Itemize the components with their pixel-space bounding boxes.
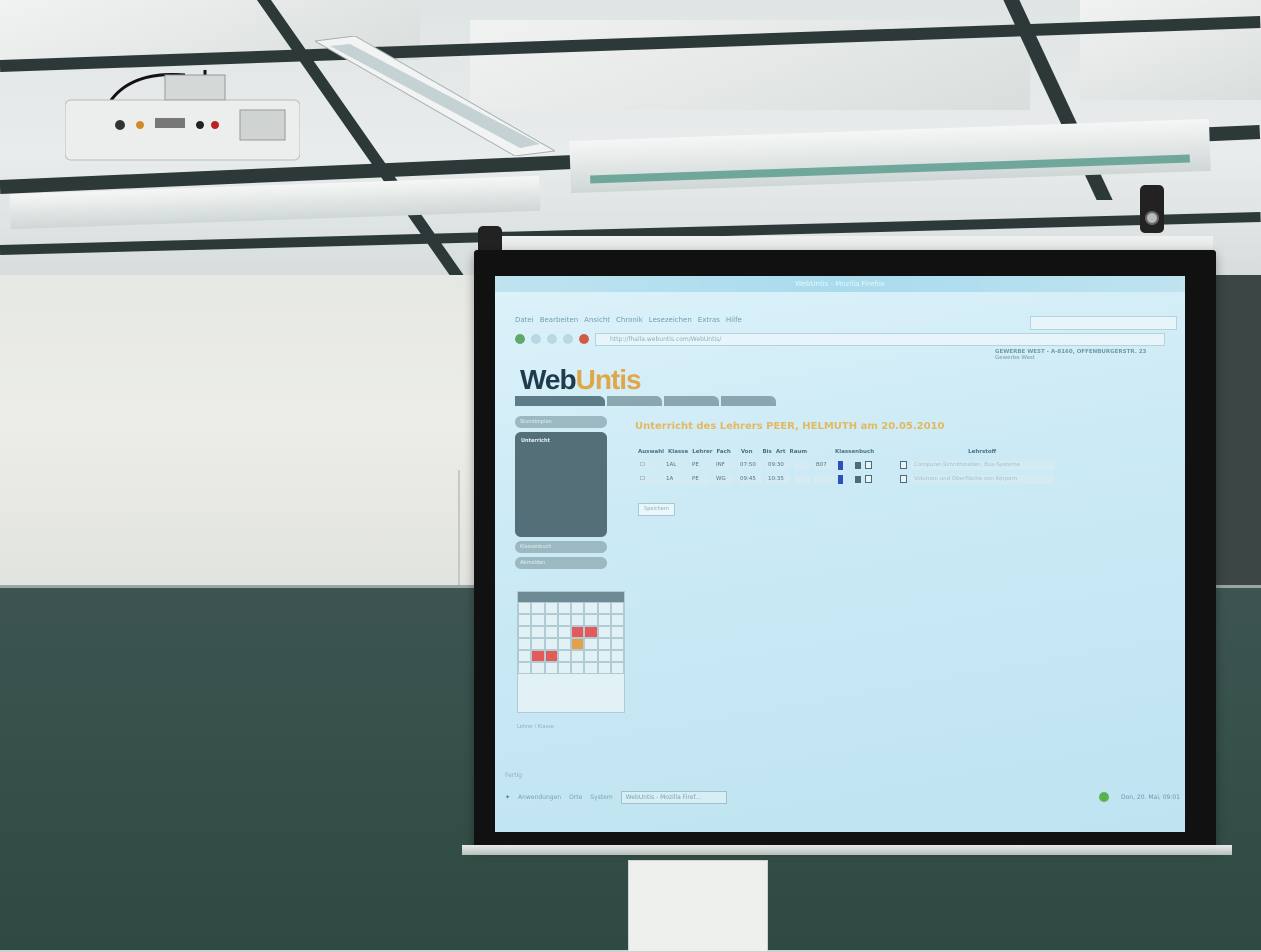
col-auswahl: Auswahl [638, 449, 665, 455]
cell-art [794, 474, 810, 484]
desktop-taskbar: ✦ Anwendungen Orte System WebUntis - Moz… [505, 790, 1180, 804]
panel-title: Unterricht [521, 438, 550, 444]
table-header: Auswahl Klasse Lehrer Fach Von Bis Art R… [638, 449, 1098, 455]
cell-raum [814, 474, 834, 484]
col-bis: Bis [762, 449, 772, 455]
cell-lehrer: PE [690, 460, 710, 470]
taskbar-anwendungen[interactable]: Anwendungen [518, 794, 561, 801]
menu-hilfe[interactable]: Hilfe [726, 316, 742, 328]
edit-icon[interactable] [900, 475, 907, 483]
browser-navbar: http://fhalla.webuntis.com/WebUntis/ [515, 332, 1165, 346]
cell-raum: B07 [814, 460, 834, 470]
taskbar-orte[interactable]: Orte [569, 794, 582, 801]
cell-klasse: 1AL [664, 460, 686, 470]
info-icon[interactable] [838, 460, 843, 470]
webuntis-logo: WebUntis [520, 364, 642, 396]
page-title: Unterricht des Lehrers PEER, HELMUTH am … [635, 421, 945, 432]
row-checkbox[interactable]: ☐ [638, 460, 660, 470]
row-checkbox[interactable]: ☐ [638, 474, 660, 484]
screen-bottom-bar [462, 845, 1232, 855]
menu-ansicht[interactable]: Ansicht [584, 316, 610, 328]
col-klassenbuch: Klassenbuch [835, 449, 875, 455]
sidebar-panel: Unterricht [515, 432, 607, 537]
cell-lehrer: PE [690, 474, 710, 484]
col-lehrstoff: Lehrstoff [968, 449, 997, 455]
reload-icon[interactable] [547, 334, 557, 344]
cell-bis: 09:30 [766, 460, 790, 470]
edit-icon[interactable] [900, 461, 907, 469]
school-subtitle: Gewerbe West [995, 355, 1035, 361]
document-icon[interactable] [865, 461, 872, 469]
logo-web: Web [520, 364, 577, 395]
cell-von: 07:50 [738, 460, 762, 470]
footer-link[interactable]: Lehrer / Klasse [517, 724, 554, 730]
classbook-icon[interactable] [855, 475, 861, 483]
projector [65, 70, 300, 161]
taskbar-system[interactable]: System [590, 794, 612, 801]
cell-von: 09:45 [738, 474, 762, 484]
back-icon[interactable] [515, 334, 525, 344]
lesson-table: Auswahl Klasse Lehrer Fach Von Bis Art R… [638, 449, 1098, 487]
home-icon[interactable] [579, 334, 589, 344]
main-tabs [515, 396, 776, 406]
screen-stand [628, 860, 768, 952]
browser-menubar: Datei Bearbeiten Ansicht Chronik Lesezei… [515, 316, 742, 328]
stop-icon[interactable] [563, 334, 573, 344]
save-button[interactable]: Speichern [638, 503, 675, 516]
tab-1[interactable] [515, 396, 605, 406]
sidebar-item-abmelden[interactable]: Abmelden [515, 557, 607, 569]
col-art: Art [775, 449, 786, 455]
school-info: GEWERBE WEST - A-8160, OFFENBURGERSTR. 2… [995, 349, 1180, 361]
cell-lehrstoff[interactable]: Volumen und Oberfläche von Körpern [911, 474, 1054, 484]
calendar-grid [518, 602, 624, 674]
ceiling-light [315, 36, 555, 156]
menu-extras[interactable]: Extras [698, 316, 720, 328]
col-raum: Raum [789, 449, 808, 455]
sidebar-item-klassenbuch[interactable]: Klassenbuch [515, 541, 607, 553]
document-icon[interactable] [865, 475, 872, 483]
url-input[interactable]: http://fhalla.webuntis.com/WebUntis/ [595, 332, 1165, 346]
tab-4[interactable] [721, 396, 776, 406]
col-von: Von [740, 449, 753, 455]
info-icon[interactable] [838, 474, 843, 484]
cell-art [794, 460, 810, 470]
forward-icon[interactable] [531, 334, 541, 344]
menu-datei[interactable]: Datei [515, 316, 534, 328]
col-fach: Fach [716, 449, 731, 455]
wall-panel-line [458, 470, 460, 590]
sidebar: Stundenplan Unterricht Klassenbuch Abmel… [515, 416, 607, 573]
col-klasse: Klasse [668, 449, 689, 455]
projected-display: WebUntis - Mozilla Firefox Datei Bearbei… [495, 276, 1185, 832]
sidebar-item-stundenplan[interactable]: Stundenplan [515, 416, 607, 428]
menu-bearbeiten[interactable]: Bearbeiten [540, 316, 578, 328]
table-row: ☐ 1A PE WG 09:45 10:35 Volumen und Oberf… [638, 473, 1098, 485]
speaker-right [1140, 185, 1164, 233]
menu-chronik[interactable]: Chronik [616, 316, 643, 328]
cell-fach: INF [714, 460, 734, 470]
table-row: ☐ 1AL PE INF 07:50 09:30 B07 Computer-Sc… [638, 459, 1098, 471]
cell-lehrstoff[interactable]: Computer-Schnittstellen, Bus-Systeme [911, 460, 1054, 470]
window-titlebar: WebUntis - Mozilla Firefox [495, 276, 1185, 292]
cell-klasse: 1A [664, 474, 686, 484]
menu-lesezeichen[interactable]: Lesezeichen [649, 316, 692, 328]
cell-bis: 10:35 [766, 474, 790, 484]
tab-2[interactable] [607, 396, 662, 406]
classbook-icon[interactable] [855, 461, 861, 469]
apps-icon[interactable]: ✦ [505, 794, 510, 801]
tab-3[interactable] [664, 396, 719, 406]
logo-untis: Untis [575, 364, 642, 395]
search-input[interactable] [1030, 316, 1177, 330]
cell-fach: WG [714, 474, 734, 484]
taskbar-window-button[interactable]: WebUntis - Mozilla Firef... [620, 790, 727, 804]
calendar-header [518, 592, 624, 602]
browser-statusbar: Fertig [505, 772, 523, 779]
taskbar-clock: Don, 20. Mai, 09:01 [1121, 793, 1180, 801]
col-lehrer: Lehrer [692, 449, 713, 455]
network-icon[interactable] [1099, 792, 1110, 802]
mini-calendar[interactable] [517, 591, 625, 713]
